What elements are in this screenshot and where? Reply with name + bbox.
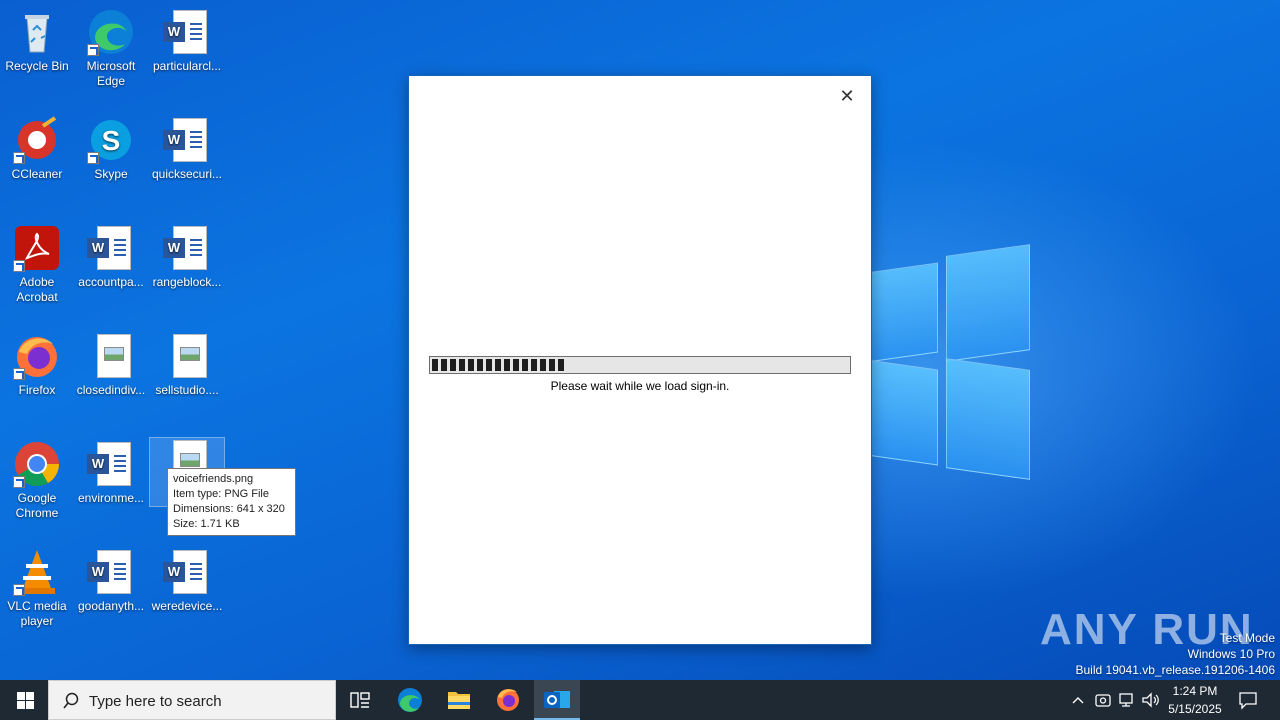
chevron-up-icon[interactable] — [1070, 692, 1086, 708]
icon-label: closedindiv... — [76, 383, 146, 397]
taskbar: Type here to search 1:24 PM 5/15/2025 — [0, 680, 1280, 720]
skype-icon: S — [87, 116, 135, 164]
close-button[interactable]: ✕ — [833, 82, 861, 110]
taskbar-search-box[interactable]: Type here to search — [48, 680, 336, 720]
svg-text:S: S — [102, 125, 121, 156]
taskbar-firefox-button[interactable] — [485, 680, 531, 720]
icon-label: Skype — [94, 167, 128, 181]
icon-label: Recycle Bin — [5, 59, 69, 73]
desktop-icon-ccleaner[interactable]: CCleaner — [0, 116, 74, 182]
ccleaner-icon — [13, 116, 61, 164]
word-document-icon: W — [87, 548, 135, 596]
desktop-icon-vlc[interactable]: VLC media player — [0, 548, 74, 629]
desktop-icon-microsoft-edge[interactable]: Microsoft Edge — [74, 8, 148, 89]
chrome-icon — [13, 440, 61, 488]
image-file-icon — [163, 332, 211, 380]
word-document-icon: W — [87, 440, 135, 488]
test-mode-label: Test Mode — [1219, 631, 1275, 645]
file-tooltip: voicefriends.png Item type: PNG File Dim… — [167, 468, 296, 536]
desktop-icon-weredevice[interactable]: W weredevice... — [150, 548, 224, 614]
icon-label: rangeblock... — [152, 275, 222, 289]
tooltip-dimensions: Dimensions: 641 x 320 — [173, 503, 285, 515]
icon-label: goodanyth... — [77, 599, 145, 613]
search-placeholder: Type here to search — [89, 693, 222, 710]
word-document-icon: W — [163, 548, 211, 596]
tooltip-item-type: Item type: PNG File — [173, 488, 269, 500]
desktop-icon-environme[interactable]: W environme... — [74, 440, 148, 506]
icon-label: Firefox — [18, 383, 56, 397]
desktop-icon-particularcl[interactable]: W particularcl... — [150, 8, 224, 74]
task-view-button[interactable] — [337, 680, 383, 720]
word-document-icon: W — [87, 224, 135, 272]
word-document-icon: W — [163, 224, 211, 272]
icon-label: Microsoft Edge — [86, 59, 136, 88]
icon-label: quicksecuri... — [151, 167, 223, 181]
icon-label: particularcl... — [152, 59, 222, 73]
firefox-icon — [13, 332, 61, 380]
recycle-bin-icon — [13, 8, 61, 56]
desktop-icon-goodanyth[interactable]: W goodanyth... — [74, 548, 148, 614]
windows-edition-label: Windows 10 Pro — [1187, 647, 1275, 661]
meet-now-icon[interactable] — [1094, 691, 1112, 709]
volume-icon[interactable] — [1141, 691, 1161, 709]
icon-label: environme... — [77, 491, 145, 505]
outlook-icon — [544, 691, 570, 708]
desktop-icon-rangeblock[interactable]: W rangeblock... — [150, 224, 224, 290]
clock-time[interactable]: 1:24 PM — [1166, 684, 1224, 698]
icon-label: weredevice... — [151, 599, 223, 613]
edge-icon — [398, 688, 422, 712]
system-info: Test Mode Windows 10 Pro Build 19041.vb_… — [1076, 630, 1276, 678]
image-file-icon — [87, 332, 135, 380]
search-icon — [63, 692, 79, 709]
taskbar-outlook-button[interactable] — [534, 680, 580, 720]
desktop-icon-quicksecuri[interactable]: W quicksecuri... — [150, 116, 224, 182]
edge-icon — [87, 8, 135, 56]
tooltip-size: Size: 1.71 KB — [173, 518, 240, 530]
loading-message: Please wait while we load sign-in. — [550, 379, 730, 393]
word-document-icon: W — [163, 116, 211, 164]
desktop-icon-closedindiv[interactable]: closedindiv... — [74, 332, 148, 398]
clock-date[interactable]: 5/15/2025 — [1163, 702, 1227, 716]
icon-label: VLC media player — [7, 599, 67, 628]
build-label: Build 19041.vb_release.191206-1406 — [1075, 663, 1276, 677]
word-document-icon: W — [163, 8, 211, 56]
desktop-icon-recycle-bin[interactable]: Recycle Bin — [0, 8, 74, 74]
icon-label: Adobe Acrobat — [16, 275, 58, 304]
adobe-acrobat-icon — [13, 224, 61, 272]
network-icon[interactable] — [1117, 691, 1135, 709]
taskbar-edge-button[interactable] — [387, 680, 433, 720]
icon-label: CCleaner — [11, 167, 63, 181]
file-explorer-icon — [448, 692, 470, 709]
desktop-icon-firefox[interactable]: Firefox — [0, 332, 74, 398]
desktop-icon-skype[interactable]: S Skype — [74, 116, 148, 182]
desktop-icon-sellstudio[interactable]: sellstudio.... — [150, 332, 224, 398]
sign-in-dialog: ✕ Please wait while we load sign-in. — [408, 75, 872, 645]
icon-label: Google Chrome — [15, 491, 59, 520]
taskbar-file-explorer-button[interactable] — [436, 680, 482, 720]
start-button[interactable] — [0, 680, 48, 720]
icon-label: sellstudio.... — [155, 383, 219, 397]
firefox-icon — [497, 689, 519, 711]
desktop-icon-accountpa[interactable]: W accountpa... — [74, 224, 148, 290]
task-view-icon — [350, 692, 370, 708]
tooltip-filename: voicefriends.png — [173, 473, 254, 485]
desktop-icon-google-chrome[interactable]: Google Chrome — [0, 440, 74, 521]
icon-label: accountpa... — [78, 275, 144, 289]
loading-progress-bar — [429, 356, 851, 374]
windows-logo-wallpaper — [860, 240, 1030, 480]
desktop-icon-adobe-acrobat[interactable]: Adobe Acrobat — [0, 224, 74, 305]
vlc-icon — [13, 548, 61, 596]
progress-fill — [432, 359, 566, 371]
action-center-icon[interactable] — [1238, 690, 1258, 710]
